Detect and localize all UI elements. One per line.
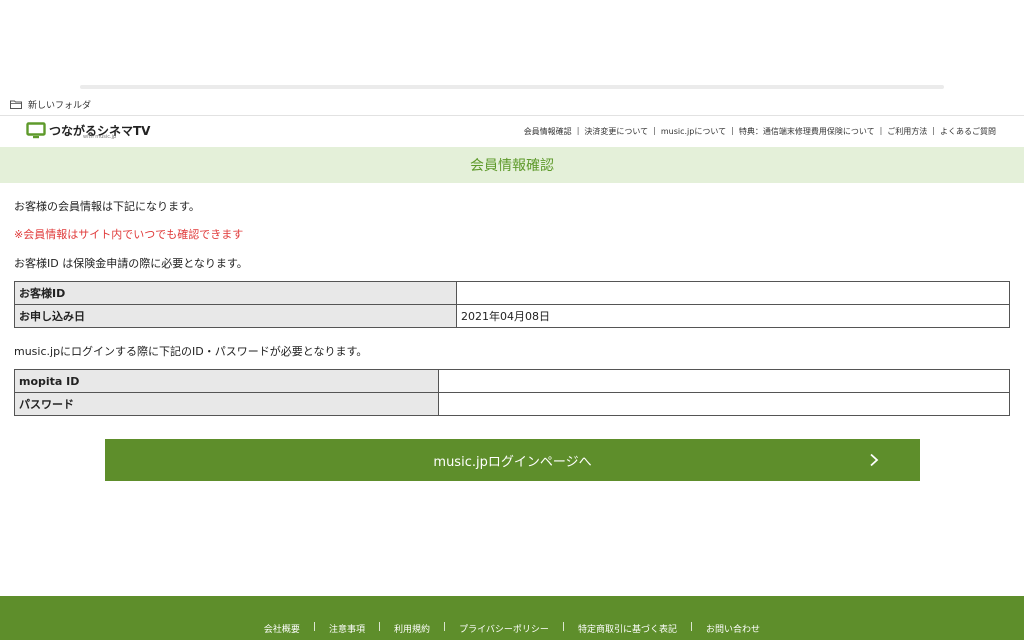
- top-divider: [80, 85, 944, 89]
- footer-separator: |: [378, 622, 382, 632]
- intro-text: お客様の会員情報は下記になります。: [14, 200, 200, 213]
- bookmark-folder-label: 新しいフォルダ: [28, 100, 92, 111]
- nav-about-music-jp[interactable]: music.jpについて: [661, 126, 726, 137]
- footer-notes-link[interactable]: 注意事項: [329, 622, 365, 635]
- table-row: お申し込み日 2021年04月08日: [14, 304, 1010, 328]
- footer-company-link[interactable]: 会社概要: [264, 622, 300, 635]
- chevron-right-icon: [870, 453, 879, 467]
- mopita-id-label: mopita ID: [14, 369, 439, 393]
- footer-separator: |: [312, 622, 316, 632]
- page-title: 会員情報確認: [470, 158, 554, 174]
- site-header: つながるシネマTV with music.jp 会員情報確認 | 決済変更について…: [0, 116, 1024, 147]
- login-note-text: music.jpにログインする際に下記のID・パスワードが必要となります。: [14, 345, 368, 358]
- application-date-value: 2021年04月08日: [456, 304, 1010, 328]
- footer-privacy-link[interactable]: プライバシーポリシー: [459, 622, 549, 635]
- footer-contact-link[interactable]: お問い合わせ: [706, 622, 760, 635]
- nav-member-info[interactable]: 会員情報確認: [524, 126, 572, 137]
- tv-icon: [26, 122, 46, 139]
- customer-id-label: お客様ID: [14, 281, 457, 305]
- folder-icon: [10, 100, 22, 109]
- member-info-table: お客様ID お申し込み日 2021年04月08日: [14, 281, 1010, 328]
- footer-links: 会社概要 | 注意事項 | 利用規約 | プライバシーポリシー | 特定商取引に基づく表…: [0, 622, 1024, 635]
- logo-subtext: with music.jp: [83, 134, 117, 140]
- footer-separator: |: [443, 622, 447, 632]
- login-info-table: mopita ID パスワード: [14, 369, 1010, 416]
- site-footer: 会社概要 | 注意事項 | 利用規約 | プライバシーポリシー | 特定商取引に基づく表…: [0, 596, 1024, 640]
- login-button-label: music.jpログインページへ: [433, 454, 592, 470]
- footer-separator: |: [561, 622, 565, 632]
- music-jp-login-button[interactable]: music.jpログインページへ: [105, 439, 920, 481]
- nav-separator: |: [576, 126, 580, 135]
- nav-separator: |: [879, 126, 883, 135]
- footer-terms-link[interactable]: 利用規約: [394, 622, 430, 635]
- footer-commercial-law-link[interactable]: 特定商取引に基づく表記: [578, 622, 677, 635]
- password-value: [438, 392, 1010, 416]
- notice-text: ※会員情報はサイト内でいつでも確認できます: [14, 228, 244, 241]
- nav-separator: |: [653, 126, 656, 135]
- application-date-label: お申し込み日: [14, 304, 457, 328]
- table-row: パスワード: [14, 392, 1010, 416]
- nav-faq[interactable]: よくあるご質問: [940, 126, 996, 137]
- header-nav: 会員情報確認 | 決済変更について | music.jpについて | 特典：通信端末修…: [524, 126, 996, 137]
- footer-separator: |: [690, 622, 694, 632]
- mopita-id-value: [438, 369, 1010, 393]
- password-label: パスワード: [14, 392, 439, 416]
- nav-insurance-benefit[interactable]: 特典：通信端末修理費用保険について: [739, 126, 875, 137]
- page-title-band: 会員情報確認: [0, 147, 1024, 183]
- table-row: お客様ID: [14, 281, 1010, 305]
- bookmarks-bar: 新しいフォルダ: [0, 94, 1024, 114]
- nav-separator: |: [731, 126, 734, 135]
- id-note-text: お客様ID は保険金申請の際に必要となります。: [14, 257, 248, 270]
- bookmark-folder[interactable]: 新しいフォルダ: [10, 98, 91, 111]
- nav-how-to-use[interactable]: ご利用方法: [887, 126, 927, 137]
- nav-payment-change[interactable]: 決済変更について: [584, 126, 648, 137]
- table-row: mopita ID: [14, 369, 1010, 393]
- browser-top-area: [0, 0, 1024, 84]
- nav-separator: |: [932, 126, 935, 135]
- customer-id-value: [456, 281, 1010, 305]
